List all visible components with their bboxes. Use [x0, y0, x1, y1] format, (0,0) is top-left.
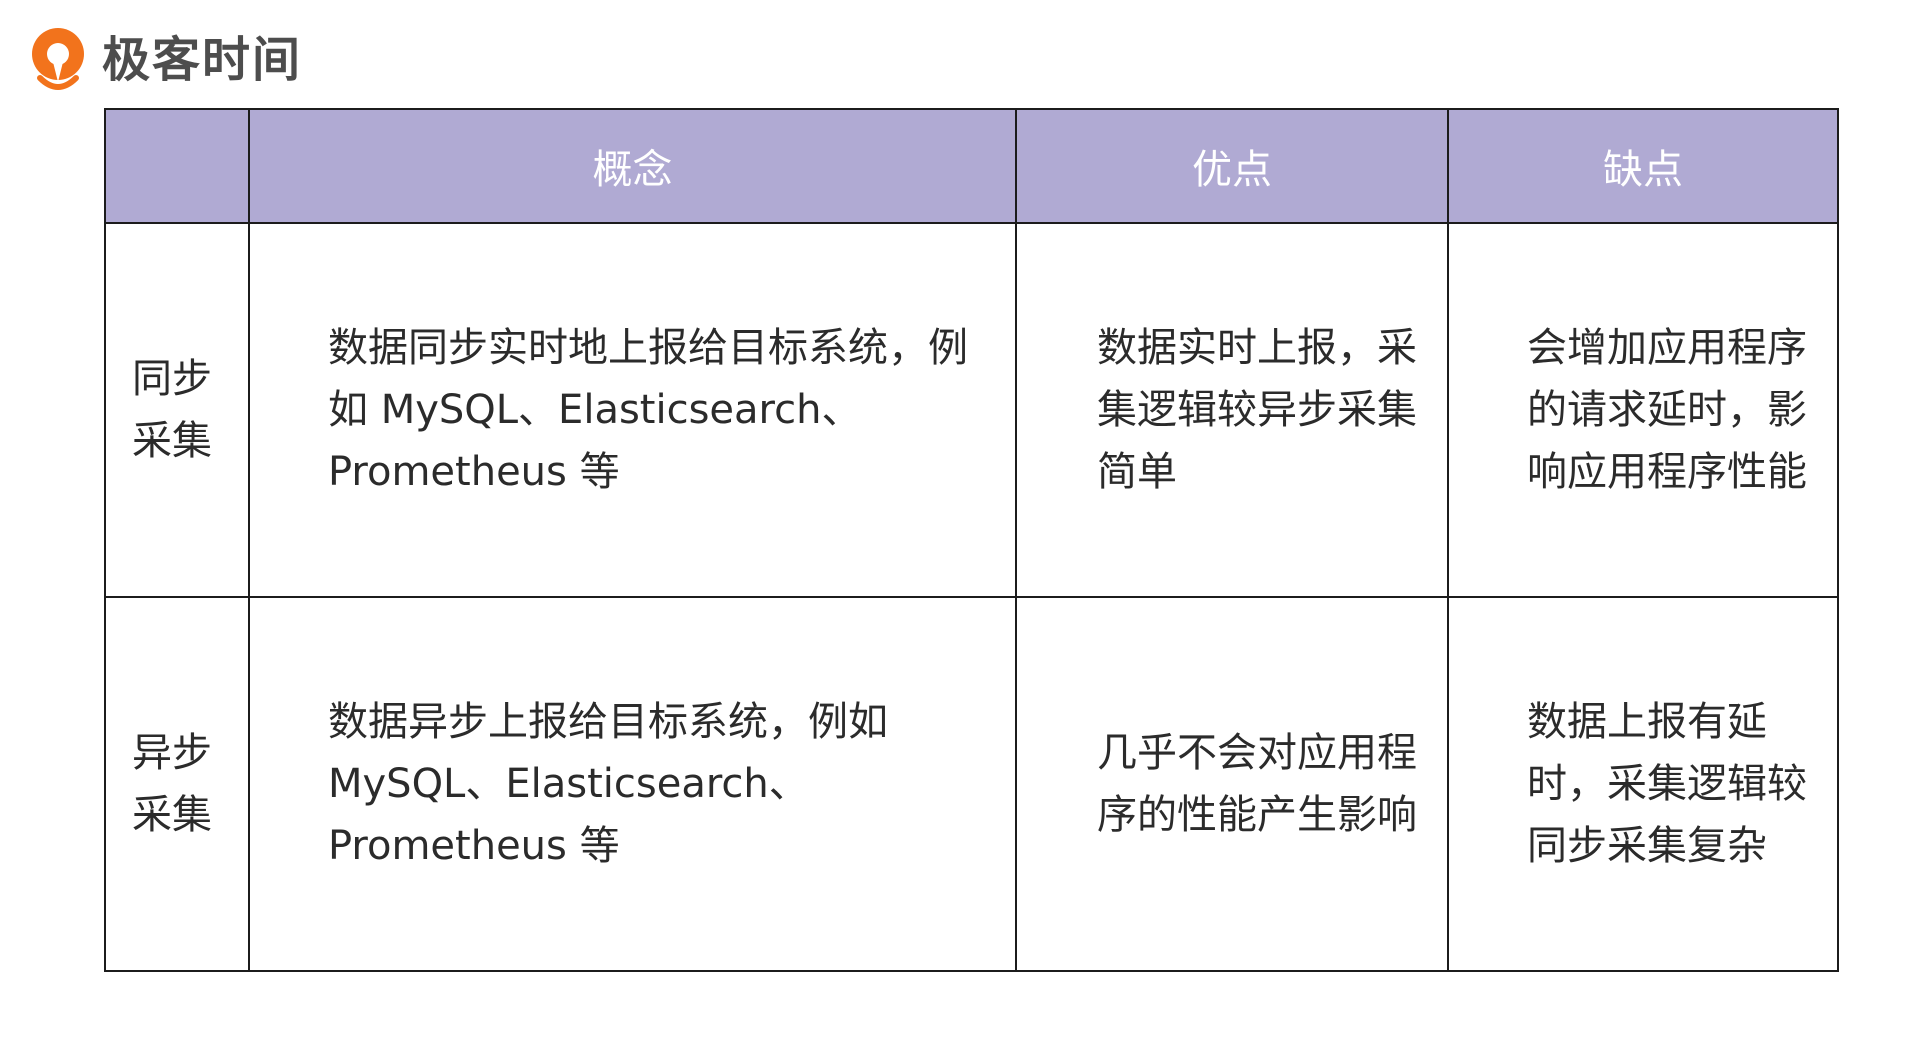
header-row: 概念 优点 缺点	[104, 108, 1839, 224]
header-pros: 优点	[1015, 108, 1449, 224]
table-row-sync: 同步采集 数据同步实时地上报给目标系统，例如 MySQL、Elasticsear…	[104, 222, 1839, 598]
header-empty-cell	[104, 108, 250, 224]
geektime-logo-icon	[32, 28, 84, 90]
table-header: 概念 优点 缺点	[104, 108, 1839, 224]
header-concept: 概念	[248, 108, 1017, 224]
cell-cons-async: 数据上报有延时，采集逻辑较同步采集复杂	[1447, 596, 1839, 972]
table-row-async: 异步采集 数据异步上报给目标系统，例如 MySQL、Elasticsearch、…	[104, 596, 1839, 972]
cell-concept-async: 数据异步上报给目标系统，例如 MySQL、Elasticsearch、Prome…	[248, 596, 1017, 972]
table-body: 同步采集 数据同步实时地上报给目标系统，例如 MySQL、Elasticsear…	[104, 222, 1839, 972]
cell-pros-async: 几乎不会对应用程序的性能产生影响	[1015, 596, 1449, 972]
brand-header: 极客时间	[26, 24, 302, 96]
brand-name: 极客时间	[102, 32, 303, 88]
cell-concept-sync: 数据同步实时地上报给目标系统，例如 MySQL、Elasticsearch、Pr…	[248, 222, 1017, 598]
cell-cons-sync: 会增加应用程序的请求延时，影响应用程序性能	[1447, 222, 1839, 598]
row-label-sync: 同步采集	[104, 222, 250, 598]
header-cons: 缺点	[1447, 108, 1839, 224]
cell-pros-sync: 数据实时上报，采集逻辑较异步采集简单	[1015, 222, 1449, 598]
row-label-async: 异步采集	[104, 596, 250, 972]
comparison-table: 概念 优点 缺点 同步采集 数据同步实时地上报给目标系统，例如 MySQL、El…	[104, 108, 1839, 972]
